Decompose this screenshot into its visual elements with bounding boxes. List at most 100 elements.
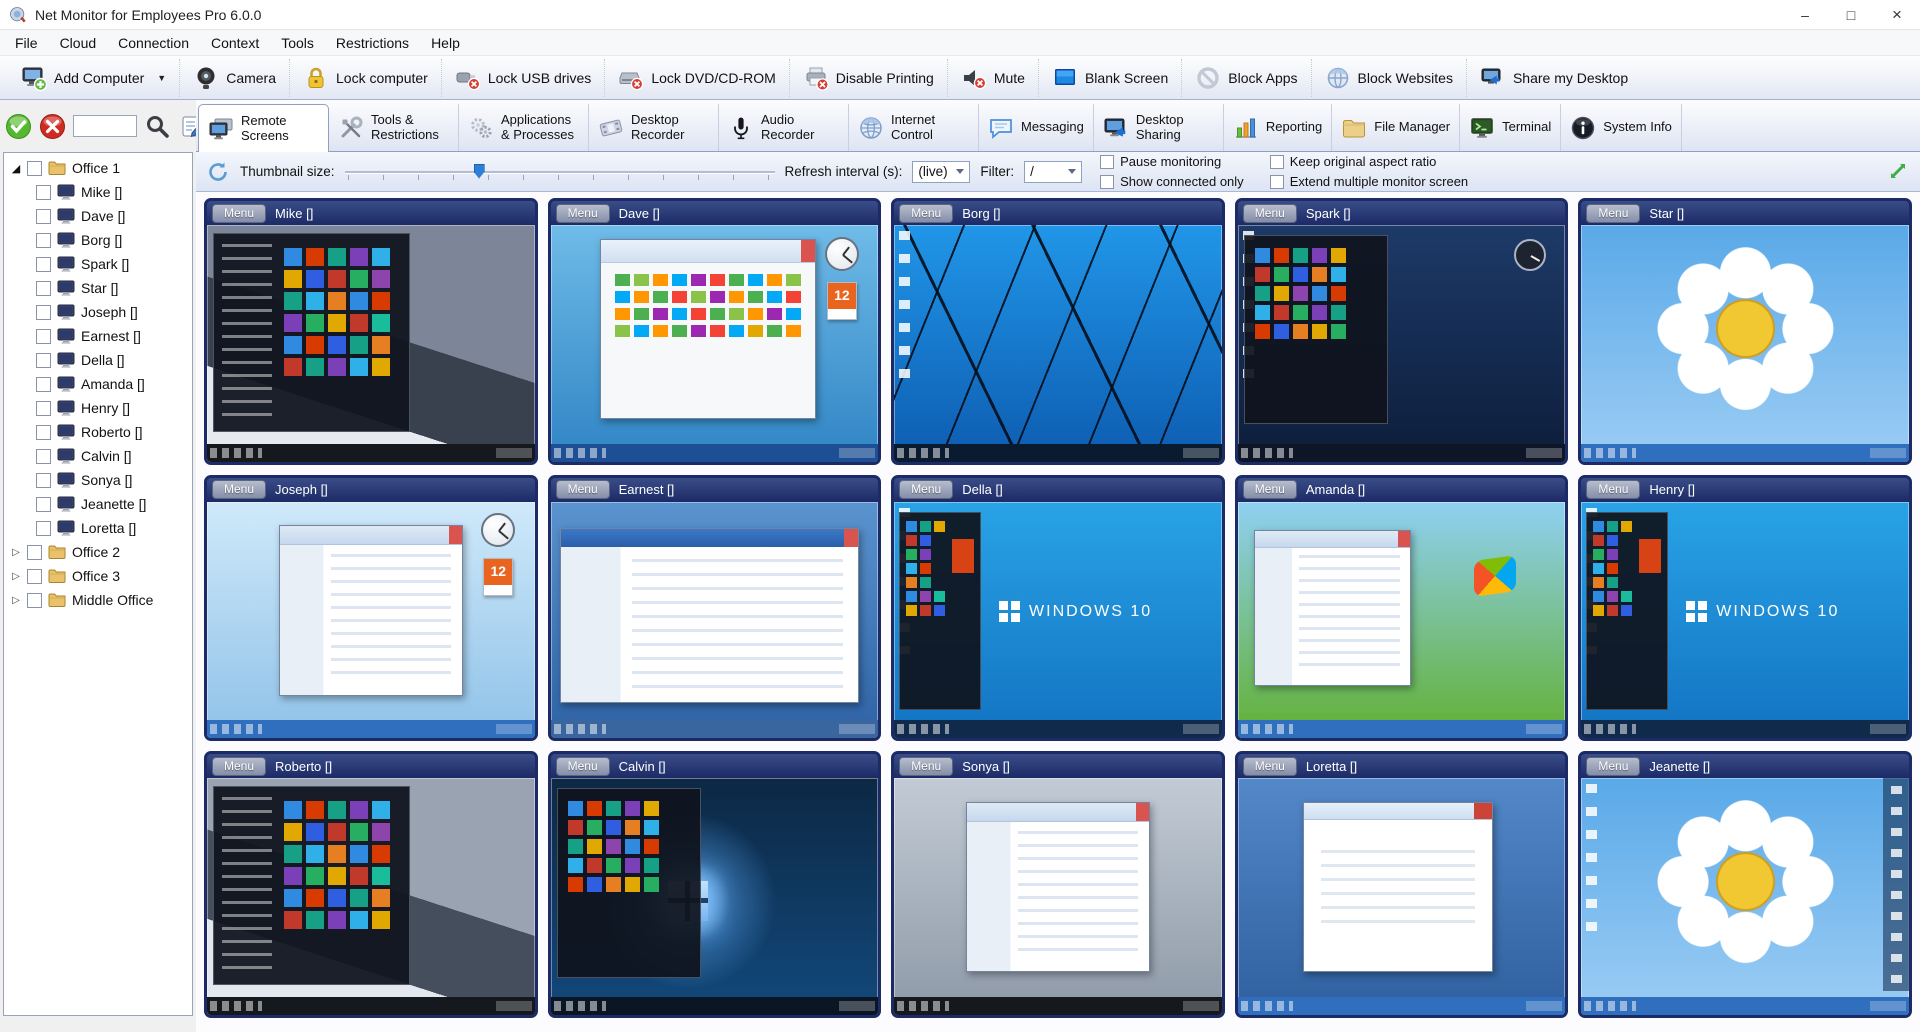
thumbnail-menu-button[interactable]: Menu [212,204,266,223]
thumbnail-menu-button[interactable]: Menu [1243,480,1297,499]
toolbar-button-lock-computer[interactable]: Lock computer [290,59,442,97]
grid-cell-roberto[interactable]: MenuRoberto [] [204,751,538,1018]
tree-computer-henry[interactable]: Henry [] [4,396,192,420]
toolbar-button-mute[interactable]: Mute [948,59,1039,97]
checkbox-box[interactable] [1100,155,1114,169]
computer-checkbox[interactable] [36,473,51,488]
tree-computer-calvin[interactable]: Calvin [] [4,444,192,468]
menu-item-help[interactable]: Help [420,32,471,54]
remote-screen-thumbnail[interactable] [207,778,535,1015]
grid-cell-henry[interactable]: MenuHenry []WINDOWS 10 [1578,475,1912,742]
computer-checkbox[interactable] [36,449,51,464]
tab-applications-processes[interactable]: Applications & Processes [459,104,589,151]
group-checkbox[interactable] [27,569,42,584]
refresh-icon[interactable] [206,160,230,184]
computer-search-input[interactable] [73,115,137,137]
tree-computer-joseph[interactable]: Joseph [] [4,300,192,324]
remote-screen-thumbnail[interactable]: 12 [207,502,535,739]
menu-item-file[interactable]: File [4,32,49,54]
computer-checkbox[interactable] [36,329,51,344]
thumbnail-menu-button[interactable]: Menu [1243,757,1297,776]
tree-computer-star[interactable]: Star [] [4,276,192,300]
thumbnail-menu-button[interactable]: Menu [556,757,610,776]
group-checkbox[interactable] [27,161,42,176]
computer-checkbox[interactable] [36,233,51,248]
computer-checkbox[interactable] [36,521,51,536]
remote-screen-thumbnail[interactable] [1238,778,1566,1015]
computer-checkbox[interactable] [36,353,51,368]
group-checkbox[interactable] [27,593,42,608]
tree-computer-spark[interactable]: Spark [] [4,252,192,276]
filter-select[interactable]: / [1024,161,1082,183]
remote-screen-thumbnail[interactable] [894,778,1222,1015]
grid-cell-della[interactable]: MenuDella []WINDOWS 10 [891,475,1225,742]
grid-cell-joseph[interactable]: MenuJoseph []12 [204,475,538,742]
tree-computer-della[interactable]: Della [] [4,348,192,372]
computer-checkbox[interactable] [36,305,51,320]
toolbar-button-block-websites[interactable]: Block Websites [1312,59,1467,97]
grid-cell-star[interactable]: MenuStar [] [1578,198,1912,465]
thumbnail-menu-button[interactable]: Menu [212,480,266,499]
tab-file-manager[interactable]: File Manager [1332,104,1460,151]
tree-group-office-2[interactable]: ▷Office 2 [4,540,192,564]
computer-checkbox[interactable] [36,209,51,224]
computer-checkbox[interactable] [36,377,51,392]
checkbox-show-connected-only[interactable]: Show connected only [1100,173,1244,190]
grid-cell-sonya[interactable]: MenuSonya [] [891,751,1225,1018]
triangle-collapsed-icon[interactable]: ▷ [10,595,22,606]
remote-screen-thumbnail[interactable] [1238,225,1566,462]
refresh-interval-select[interactable]: (live) [912,161,970,183]
remote-screen-thumbnail[interactable]: WINDOWS 10 [894,502,1222,739]
tree-group-middle-office[interactable]: ▷Middle Office [4,588,192,612]
tab-messaging[interactable]: Messaging [979,104,1094,151]
remote-screen-thumbnail[interactable] [1238,502,1566,739]
computer-checkbox[interactable] [36,281,51,296]
menu-item-restrictions[interactable]: Restrictions [325,32,420,54]
tree-computer-borg[interactable]: Borg [] [4,228,192,252]
checkbox-box[interactable] [1270,175,1284,189]
remote-screen-thumbnail[interactable] [1581,778,1909,1015]
thumbnail-menu-button[interactable]: Menu [212,757,266,776]
computer-checkbox[interactable] [36,401,51,416]
computer-checkbox[interactable] [36,185,51,200]
tree-group-office-3[interactable]: ▷Office 3 [4,564,192,588]
grid-cell-mike[interactable]: MenuMike [] [204,198,538,465]
thumbnail-menu-button[interactable]: Menu [556,480,610,499]
checkbox-extend-multiple-monitor-screen[interactable]: Extend multiple monitor screen [1270,173,1468,190]
triangle-collapsed-icon[interactable]: ▷ [10,571,22,582]
thumbnail-menu-button[interactable]: Menu [899,757,953,776]
tab-desktop-recorder[interactable]: Desktop Recorder [589,104,719,151]
remote-screen-thumbnail[interactable]: WINDOWS 10 [1581,502,1909,739]
grid-cell-loretta[interactable]: MenuLoretta [] [1235,751,1569,1018]
menu-item-tools[interactable]: Tools [270,32,325,54]
thumbnail-menu-button[interactable]: Menu [1586,480,1640,499]
maximize-button[interactable]: □ [1828,0,1874,29]
toolbar-button-block-apps[interactable]: Block Apps [1182,59,1311,97]
menu-item-connection[interactable]: Connection [107,32,200,54]
tree-computer-dave[interactable]: Dave [] [4,204,192,228]
thumbnail-menu-button[interactable]: Menu [899,204,953,223]
remote-screen-thumbnail[interactable] [551,502,879,739]
checkbox-box[interactable] [1100,175,1114,189]
remote-screen-thumbnail[interactable] [207,225,535,462]
toolbar-button-camera[interactable]: Camera [180,59,290,97]
triangle-collapsed-icon[interactable]: ▷ [10,547,22,558]
tab-reporting[interactable]: Reporting [1224,104,1332,151]
computer-checkbox[interactable] [36,497,51,512]
tab-terminal[interactable]: Terminal [1460,104,1561,151]
deselect-all-button[interactable] [39,113,66,140]
remote-screen-thumbnail[interactable] [551,778,879,1015]
tab-audio-recorder[interactable]: Audio Recorder [719,104,849,151]
toolbar-button-disable-printing[interactable]: Disable Printing [790,59,948,97]
grid-cell-jeanette[interactable]: MenuJeanette [] [1578,751,1912,1018]
checkbox-box[interactable] [1270,155,1284,169]
remote-screen-thumbnail[interactable] [894,225,1222,462]
group-checkbox[interactable] [27,545,42,560]
tree-computer-jeanette[interactable]: Jeanette [] [4,492,192,516]
tree-computer-sonya[interactable]: Sonya [] [4,468,192,492]
select-all-button[interactable] [5,113,32,140]
computer-checkbox[interactable] [36,257,51,272]
thumbnail-menu-button[interactable]: Menu [1243,204,1297,223]
grid-cell-calvin[interactable]: MenuCalvin [] [548,751,882,1018]
thumbnail-menu-button[interactable]: Menu [556,204,610,223]
